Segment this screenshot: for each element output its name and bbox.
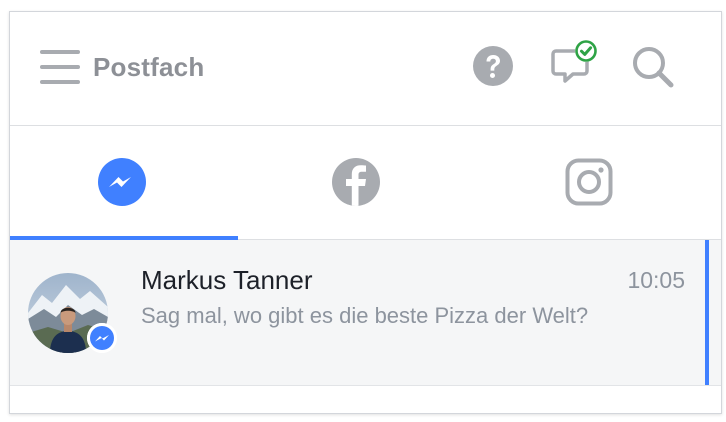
page-title: Postfach xyxy=(93,52,205,82)
inbox-header: Postfach xyxy=(10,12,721,126)
search-icon[interactable] xyxy=(630,44,676,95)
selected-row-indicator xyxy=(705,240,709,385)
message-preview: Sag mal, wo gibt es die beste Pizza der … xyxy=(141,303,589,328)
sender-name: Markus Tanner xyxy=(141,265,313,295)
tab-instagram[interactable] xyxy=(484,126,721,239)
messenger-icon xyxy=(98,158,146,211)
platform-tabs xyxy=(10,126,721,240)
instagram-icon xyxy=(565,158,613,211)
message-time: 10:05 xyxy=(627,267,685,293)
tab-facebook[interactable] xyxy=(247,126,484,239)
conversation-row[interactable]: Markus Tanner 10:05 Sag mal, wo gibt es … xyxy=(10,240,721,386)
menu-icon[interactable] xyxy=(40,50,80,84)
reviewed-messages-icon[interactable] xyxy=(551,39,601,94)
help-icon[interactable] xyxy=(472,45,514,92)
messenger-badge-icon xyxy=(87,323,117,353)
tab-messenger[interactable] xyxy=(10,126,247,240)
facebook-icon xyxy=(332,158,380,211)
inbox-panel: Postfach Markus Tanner 10:05 Sag mal, wo… xyxy=(9,11,722,414)
